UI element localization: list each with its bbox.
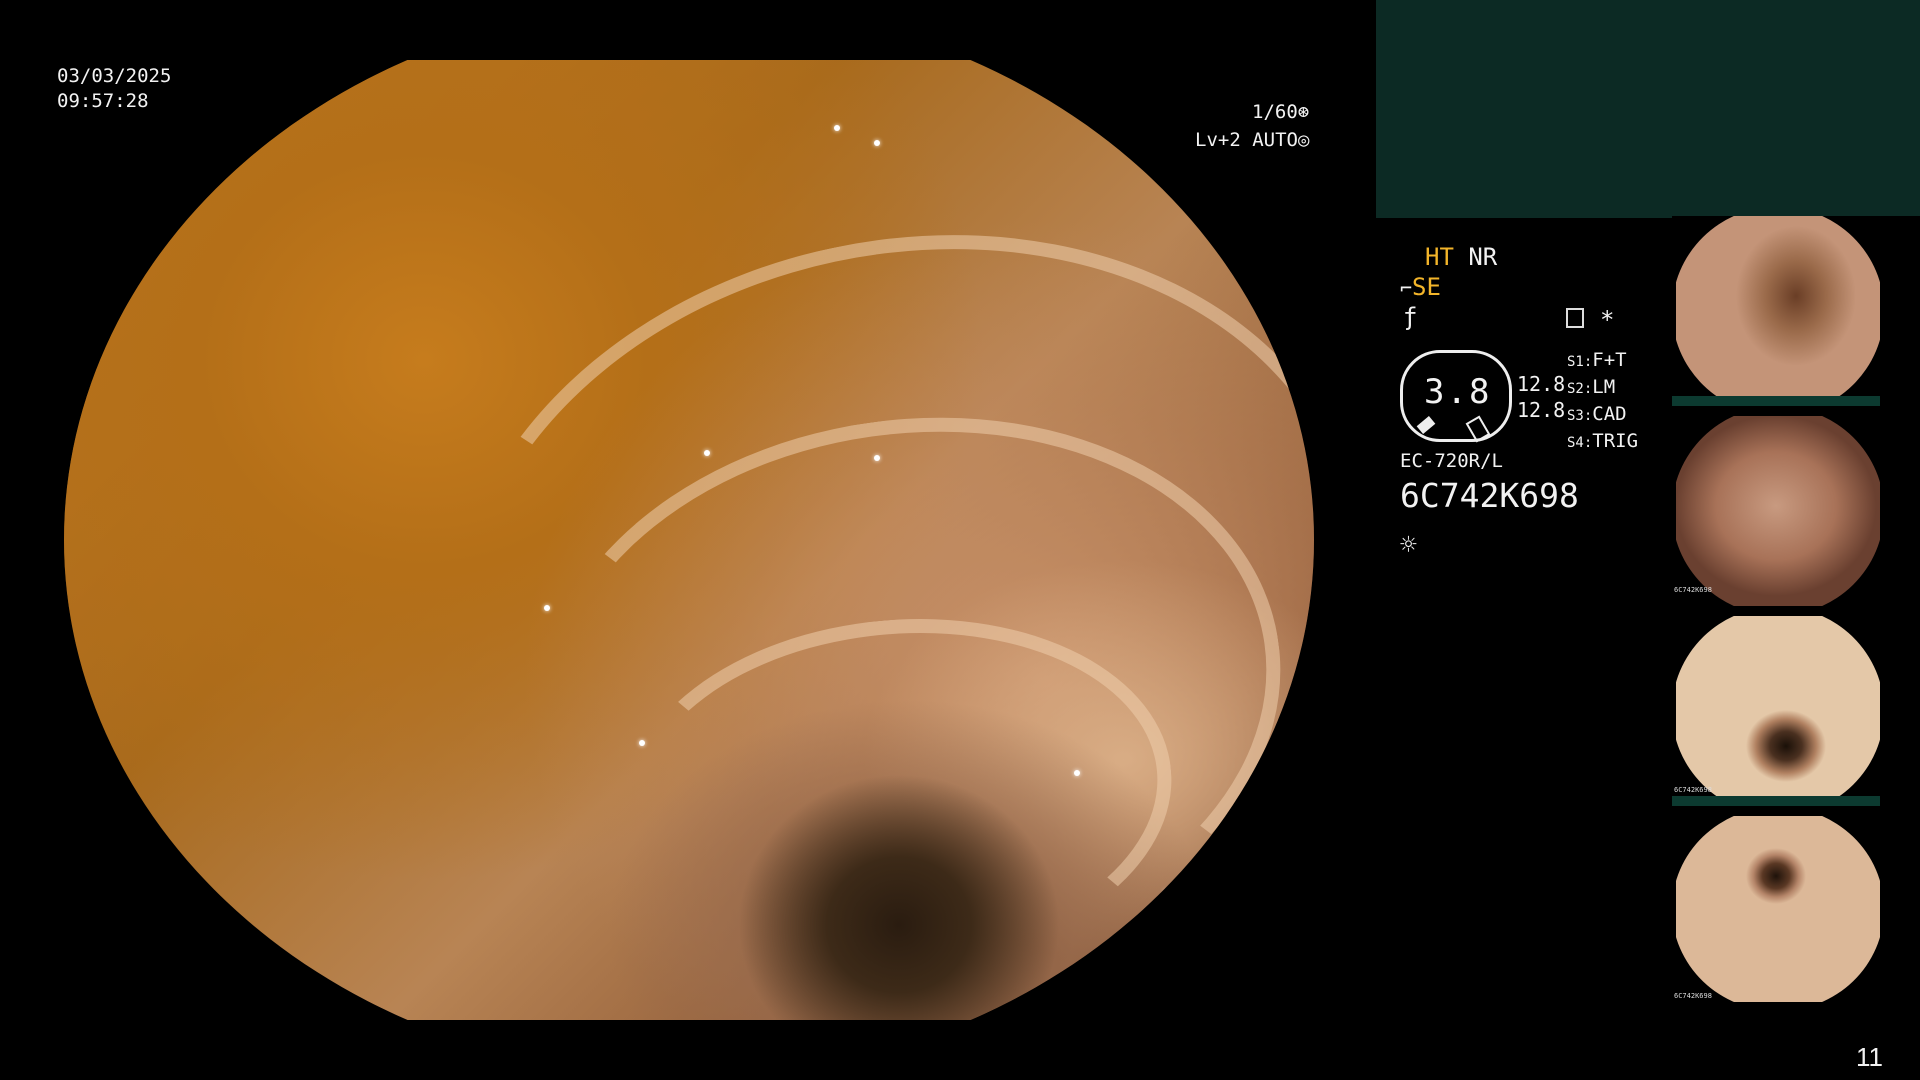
time-readout: 09:57:28	[57, 90, 149, 112]
switch-s1: S1:F+T	[1567, 349, 1627, 371]
se-pen-icon: ⌐	[1400, 276, 1413, 300]
date-readout: 03/03/2025	[57, 65, 172, 87]
thumbnail-image	[1676, 616, 1880, 806]
gauge-high: 12.8	[1517, 398, 1566, 422]
switch-s4: S4:TRIG	[1567, 430, 1639, 452]
scope-model: EC-720R/L	[1400, 450, 1503, 472]
light-icon: ☼	[1400, 528, 1417, 561]
se-row: ⌐SE	[1400, 273, 1441, 301]
thumbnail-image	[1676, 216, 1880, 406]
thumbnail-image	[1676, 416, 1880, 606]
switch-s2: S2:LM	[1567, 376, 1616, 398]
light-reflection	[834, 125, 840, 131]
ht-indicator: HT	[1425, 243, 1454, 271]
thumbnail-caption: 6C742K698	[1674, 786, 1712, 794]
thumbnail-bar	[1672, 396, 1880, 406]
shutter-readout: 1/60⊛	[1252, 99, 1309, 125]
thumbnail-1[interactable]	[1672, 216, 1920, 406]
switch-s3: S3:CAD	[1567, 403, 1627, 425]
light-reflection	[544, 605, 550, 611]
level-value: Lv+2 AUTO	[1195, 129, 1298, 151]
scope-serial: 6C742K698	[1400, 476, 1579, 515]
light-reflection	[704, 450, 710, 456]
auto-iris-icon: ◎	[1297, 129, 1310, 151]
endoscope-view	[64, 60, 1314, 1020]
curve-icon: ƒ	[1403, 303, 1418, 331]
thumbnail-3[interactable]: 6C742K698	[1672, 616, 1920, 806]
thumbnail-image	[1676, 816, 1880, 1002]
light-reflection	[874, 140, 880, 146]
menu-icon	[1566, 308, 1584, 328]
light-reflection	[639, 740, 645, 746]
thumbnail-caption: 6C742K698	[1674, 992, 1712, 1000]
level-readout: Lv+2 AUTO◎	[1195, 127, 1309, 153]
light-reflection	[874, 455, 880, 461]
page-number: 11	[1856, 1042, 1883, 1072]
shutter-value: 1/60	[1252, 101, 1298, 123]
secondary-display-panel	[1376, 0, 1920, 218]
gauge-low: 12.8	[1517, 372, 1566, 396]
light-reflection	[1074, 770, 1080, 776]
light-reflection	[1164, 890, 1170, 896]
se-indicator: SE	[1412, 273, 1441, 301]
nr-indicator: NR	[1468, 243, 1498, 271]
thumbnail-caption: 6C742K698	[1674, 586, 1712, 594]
thumbnail-2[interactable]: 6C742K698	[1672, 416, 1920, 606]
gauge-value: 3.8	[1424, 372, 1492, 412]
shutter-icon: ⊛	[1297, 101, 1310, 123]
ht-nr-row: HT NR	[1425, 243, 1497, 271]
thumbnail-bar	[1672, 796, 1880, 806]
thumbnail-4[interactable]: 6C742K698	[1672, 816, 1920, 1012]
asterisk-icon: *	[1600, 306, 1615, 334]
switch-list: S1:F+T S2:LM S3:CAD S4:TRIG	[1567, 348, 1638, 456]
